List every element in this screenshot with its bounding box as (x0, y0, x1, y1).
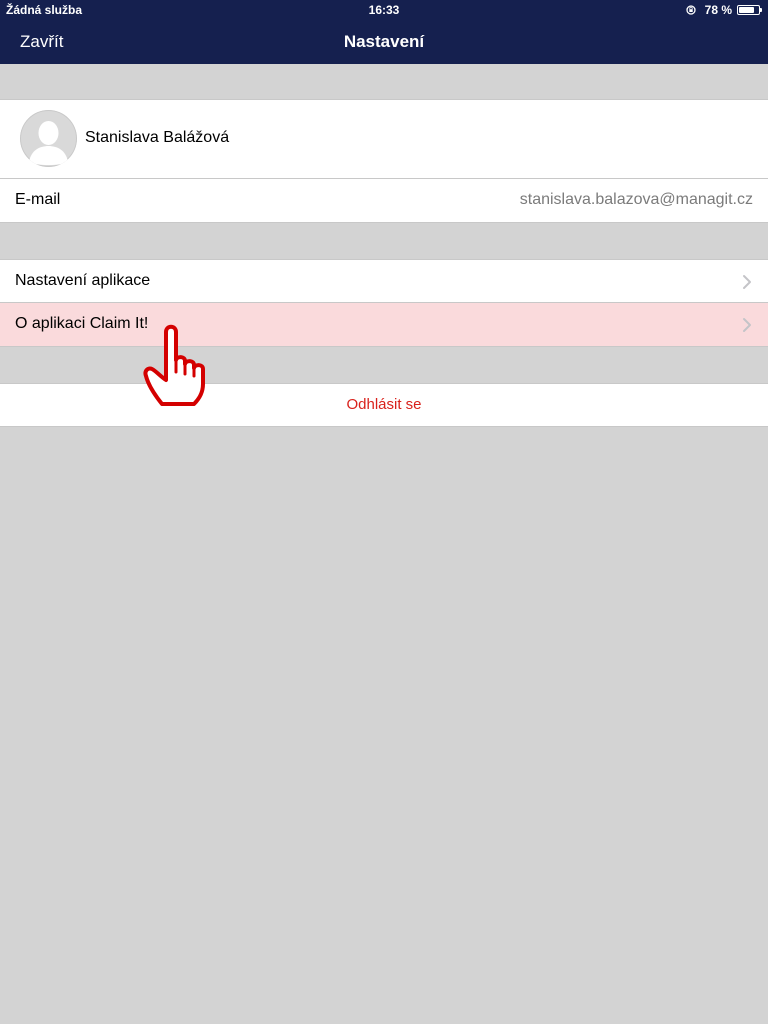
profile-row: Stanislava Balážová (0, 99, 768, 179)
status-time: 16:33 (368, 3, 400, 17)
chevron-right-icon (743, 275, 751, 289)
about-app-label: O aplikaci Claim It! (15, 315, 149, 332)
logout-row[interactable]: Odhlásit se (0, 383, 768, 427)
chevron-right-icon (743, 318, 751, 332)
email-label: E-mail (15, 191, 61, 208)
app-settings-row[interactable]: Nastavení aplikace (0, 259, 768, 303)
orientation-lock-icon (685, 5, 696, 15)
app-settings-label: Nastavení aplikace (15, 272, 151, 289)
pointing-hand-icon (143, 324, 205, 406)
about-app-row[interactable]: O aplikaci Claim It! (0, 303, 768, 347)
battery-percent: 78 % (704, 3, 732, 17)
battery-level (739, 7, 754, 13)
person-silhouette-icon (20, 110, 77, 167)
logout-button[interactable]: Odhlásit se (0, 396, 768, 413)
email-value: stanislava.balazova@managit.cz (519, 191, 753, 208)
page-title: Nastavení (343, 32, 425, 51)
navigation-bar: Žádná služba 16:33 78 % Zavřít Nastavení (0, 0, 768, 64)
battery-icon (737, 5, 762, 15)
profile-name: Stanislava Balážová (85, 129, 230, 146)
email-row: E-mail stanislava.balazova@managit.cz (0, 179, 768, 223)
status-indicators: 78 % (685, 3, 762, 17)
avatar (20, 110, 77, 167)
